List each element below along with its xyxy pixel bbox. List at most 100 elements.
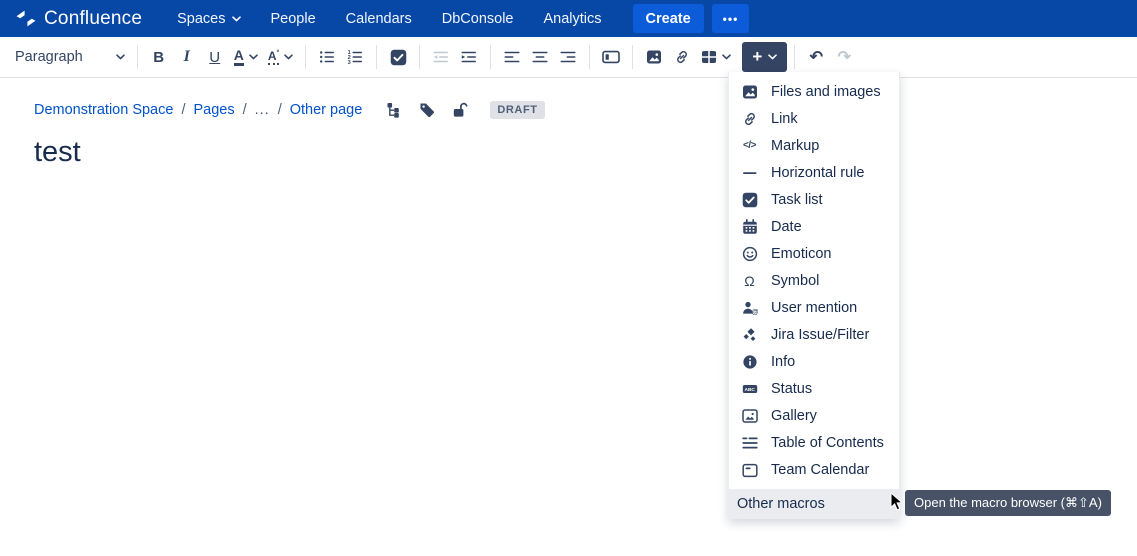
breadcrumb-separator: / — [278, 102, 282, 118]
toolbar-divider — [305, 45, 306, 69]
menu-item-emoticon[interactable]: Emoticon — [729, 240, 899, 267]
page-tree-icon — [386, 102, 402, 118]
page-tree-location-button[interactable] — [386, 102, 402, 118]
outdent-button — [427, 42, 455, 72]
nav-item-people[interactable]: People — [258, 5, 329, 33]
menu-item-jira[interactable]: Jira Issue/Filter — [729, 321, 899, 348]
align-left-icon — [504, 49, 520, 65]
nav-item-analytics[interactable]: Analytics — [531, 5, 615, 33]
bold-button[interactable]: B — [145, 42, 173, 72]
emoticon-icon — [741, 246, 758, 262]
italic-icon: I — [184, 48, 190, 66]
paragraph-style-dropdown[interactable]: Paragraph — [10, 42, 130, 72]
macro-browser-tooltip: Open the macro browser (⌘⇧A) — [905, 490, 1111, 516]
toolbar-divider — [632, 45, 633, 69]
chevron-down-icon — [284, 54, 293, 60]
menu-item-files-and-images[interactable]: Files and images — [729, 78, 899, 105]
nav-item-dbconsole[interactable]: DbConsole — [429, 5, 527, 33]
text-color-dropdown[interactable]: A — [229, 42, 263, 72]
menu-item-link[interactable]: Link — [729, 105, 899, 132]
insert-image-button[interactable] — [640, 42, 668, 72]
redo-icon: ↷ — [838, 47, 851, 67]
horizontal-rule-icon — [741, 165, 758, 181]
confluence-editor: Confluence Spaces People Calendars DbCon… — [0, 0, 1137, 556]
table-of-contents-icon — [741, 435, 758, 451]
chevron-down-icon — [232, 16, 241, 22]
nav-item-spaces[interactable]: Spaces — [164, 5, 253, 33]
indent-icon — [461, 49, 477, 65]
menu-item-gallery[interactable]: Gallery — [729, 402, 899, 429]
date-icon — [741, 219, 758, 235]
align-right-button[interactable] — [554, 42, 582, 72]
breadcrumb-separator: / — [243, 102, 247, 118]
chevron-down-icon — [249, 54, 258, 60]
align-center-icon — [532, 49, 548, 65]
gallery-icon — [741, 408, 758, 424]
numbered-list-icon: 123 — [347, 49, 363, 65]
text-color-icon: A — [234, 48, 244, 66]
page-layout-button[interactable] — [597, 42, 625, 72]
table-icon — [701, 49, 717, 65]
menu-item-user-mention[interactable]: @ User mention — [729, 294, 899, 321]
menu-item-task-list[interactable]: Task list — [729, 186, 899, 213]
breadcrumb-separator: / — [181, 102, 185, 118]
insert-table-dropdown[interactable] — [696, 42, 736, 72]
breadcrumb: Demonstration Space / Pages / ... / Othe… — [34, 101, 1137, 119]
menu-item-table-of-contents[interactable]: Table of Contents — [729, 429, 899, 456]
confluence-logo-icon — [16, 10, 36, 27]
toolbar-divider — [589, 45, 590, 69]
nav-item-calendars[interactable]: Calendars — [333, 5, 425, 33]
confluence-logo[interactable]: Confluence — [16, 8, 142, 30]
mouse-cursor — [890, 492, 904, 512]
more-formatting-dropdown[interactable]: A° — [263, 42, 298, 72]
align-center-button[interactable] — [526, 42, 554, 72]
menu-item-status[interactable]: ABC Status — [729, 375, 899, 402]
svg-text:3: 3 — [348, 60, 351, 65]
task-list-icon — [390, 49, 407, 66]
menu-item-date[interactable]: Date — [729, 213, 899, 240]
indent-button[interactable] — [455, 42, 483, 72]
insert-more-content-dropdown[interactable]: + — [742, 42, 787, 72]
create-button[interactable]: Create — [633, 4, 704, 33]
info-icon — [741, 354, 758, 370]
breadcrumb-parent-page-link[interactable]: Other page — [290, 102, 363, 118]
align-right-icon — [560, 49, 576, 65]
chevron-down-icon — [116, 54, 125, 60]
numbered-list-button[interactable]: 123 — [341, 42, 369, 72]
align-left-button[interactable] — [498, 42, 526, 72]
menu-item-team-calendar[interactable]: Team Calendar — [729, 456, 899, 483]
breadcrumb-pages-link[interactable]: Pages — [193, 102, 234, 118]
task-list-icon — [741, 192, 758, 208]
menu-item-markup[interactable]: </> Markup — [729, 132, 899, 159]
image-icon — [741, 84, 758, 100]
insert-link-button[interactable] — [668, 42, 696, 72]
redo-button: ↷ — [830, 42, 858, 72]
markup-icon: </> — [741, 140, 758, 151]
menu-item-symbol[interactable]: Ω Symbol — [729, 267, 899, 294]
user-mention-icon: @ — [741, 300, 758, 316]
link-icon — [741, 111, 758, 127]
omega-symbol-icon: Ω — [741, 273, 758, 289]
menu-item-other-macros[interactable]: Other macros — [729, 490, 899, 518]
editor-toolbar: Paragraph B I U A A° — [0, 37, 1137, 78]
italic-button[interactable]: I — [173, 42, 201, 72]
breadcrumb-space-link[interactable]: Demonstration Space — [34, 102, 173, 118]
chevron-down-icon — [768, 54, 777, 60]
underline-button[interactable]: U — [201, 42, 229, 72]
menu-item-info[interactable]: Info — [729, 348, 899, 375]
image-icon — [646, 49, 662, 65]
underline-icon: U — [209, 49, 220, 66]
plus-icon: + — [752, 48, 762, 65]
more-actions-button[interactable]: ••• — [712, 4, 750, 33]
labels-button[interactable] — [419, 102, 435, 118]
restrictions-button[interactable] — [452, 102, 468, 118]
task-list-button[interactable] — [384, 42, 412, 72]
undo-button[interactable]: ↶ — [802, 42, 830, 72]
bullet-list-icon — [319, 49, 335, 65]
menu-item-horizontal-rule[interactable]: Horizontal rule — [729, 159, 899, 186]
breadcrumb-ellipsis[interactable]: ... — [255, 102, 270, 118]
toolbar-divider — [376, 45, 377, 69]
page-title-input[interactable]: test — [34, 136, 1137, 169]
toolbar-divider — [490, 45, 491, 69]
bullet-list-button[interactable] — [313, 42, 341, 72]
